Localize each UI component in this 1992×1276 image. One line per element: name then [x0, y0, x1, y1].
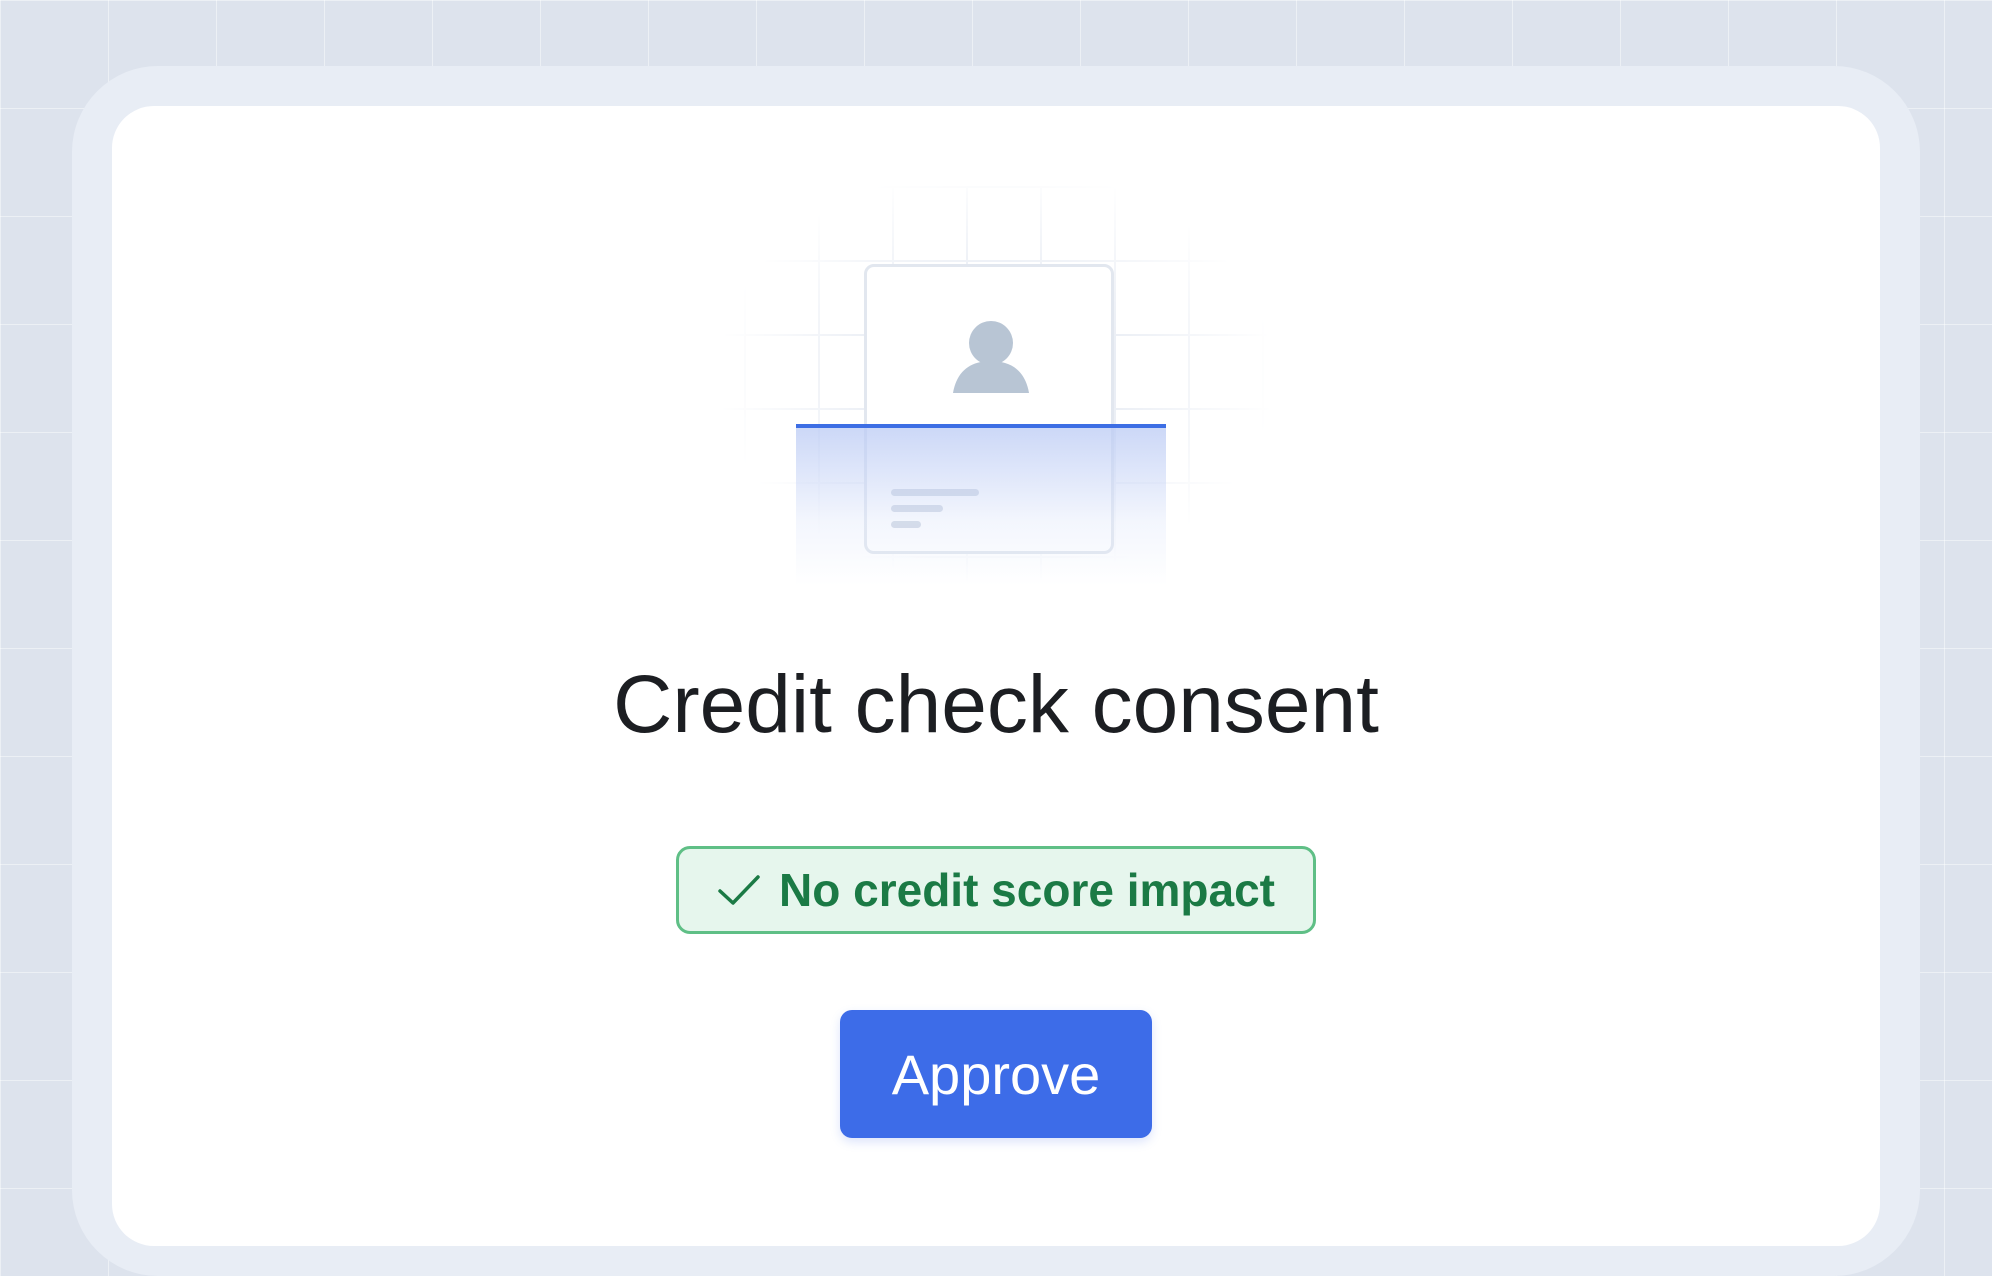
page-title: Credit check consent	[613, 659, 1379, 750]
scan-glow	[796, 426, 1166, 586]
avatar-icon	[953, 321, 1029, 393]
status-badge: No credit score impact	[676, 846, 1316, 934]
consent-card: Credit check consent No credit score imp…	[112, 106, 1880, 1246]
status-badge-label: No credit score impact	[779, 864, 1275, 916]
approve-button[interactable]: Approve	[840, 1010, 1152, 1138]
scan-line	[796, 424, 1166, 428]
id-scan-illustration	[716, 186, 1276, 606]
check-icon	[718, 875, 760, 905]
